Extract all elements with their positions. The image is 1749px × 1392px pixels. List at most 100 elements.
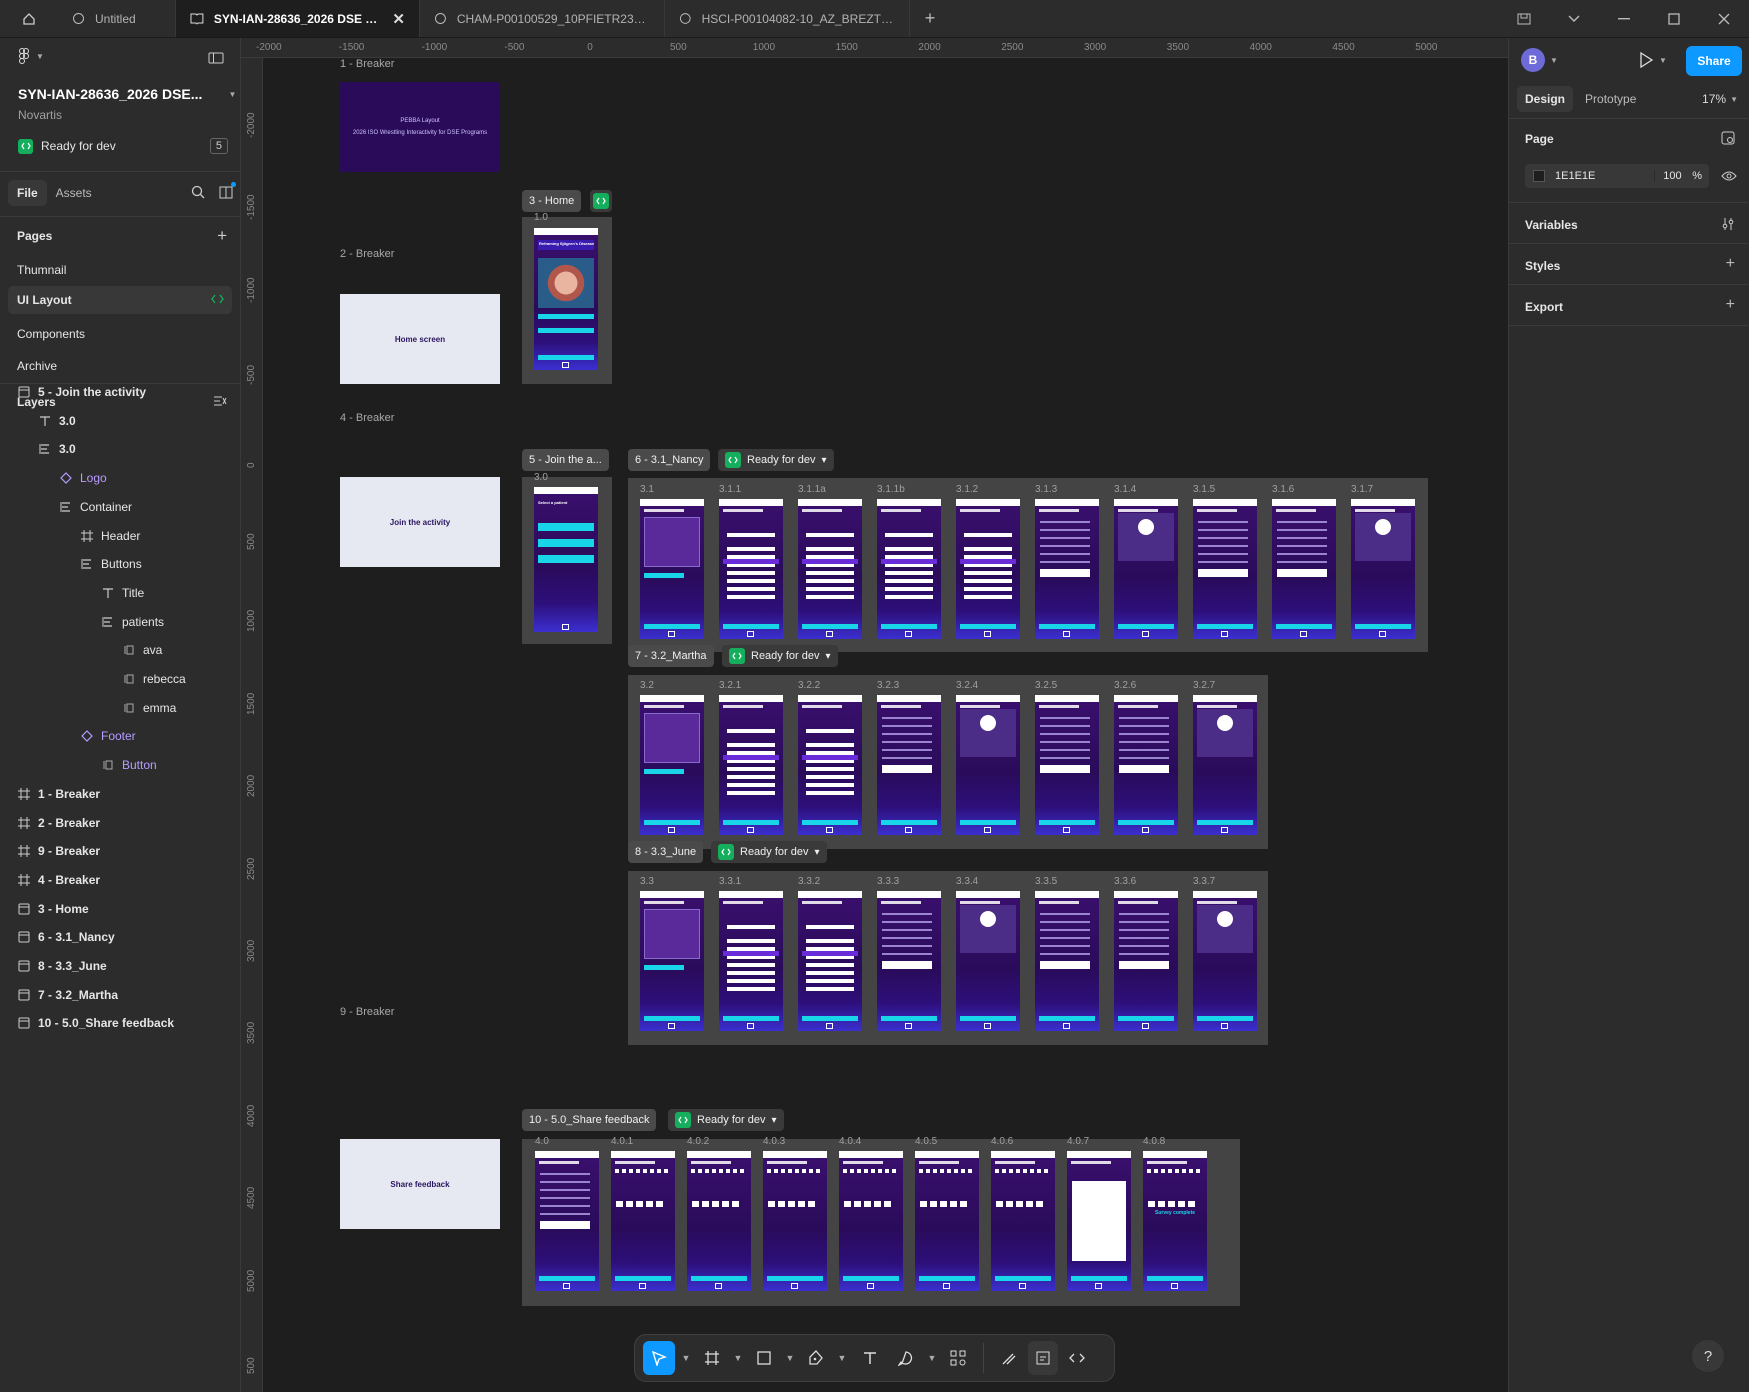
ready-for-dev-row[interactable]: Ready for dev 5 xyxy=(18,138,228,154)
home-button[interactable] xyxy=(0,0,58,37)
screen-thumbnail[interactable] xyxy=(611,1151,675,1291)
frame-label[interactable]: 1 - Breaker xyxy=(340,58,394,70)
layer-row[interactable]: 8 - 3.3_June xyxy=(18,951,107,981)
screen-thumbnail[interactable] xyxy=(991,1151,1055,1291)
breaker-4[interactable]: Join the activity xyxy=(340,477,500,567)
layer-row[interactable]: 4 - Breaker xyxy=(18,865,100,895)
ready-for-dev-chip[interactable]: Ready for dev ▾ xyxy=(668,1109,784,1131)
layer-row[interactable]: Logo xyxy=(60,463,107,493)
tab-file[interactable]: File xyxy=(8,180,47,206)
tab-untitled[interactable]: Untitled xyxy=(58,0,176,37)
screen-thumbnail[interactable] xyxy=(1193,499,1257,639)
breaker-1[interactable]: PEBBA Layout 2026 ISO Wrestling Interacti… xyxy=(340,82,500,172)
screen-thumbnail[interactable] xyxy=(640,499,704,639)
screen-thumbnail[interactable] xyxy=(1114,695,1178,835)
tab-cham[interactable]: CHAM-P00100529_10PFIETR23_ETR xyxy=(420,0,665,37)
screen-thumbnail[interactable] xyxy=(1272,499,1336,639)
screen-thumbnail[interactable] xyxy=(640,891,704,1031)
tab-assets[interactable]: Assets xyxy=(47,180,101,206)
help-button[interactable]: ? xyxy=(1692,1340,1724,1372)
screen-thumbnail[interactable] xyxy=(719,891,783,1031)
add-page-icon[interactable]: + xyxy=(217,226,227,246)
layer-row[interactable]: 10 - 5.0_Share feedback xyxy=(18,1008,174,1038)
layer-row[interactable]: 3.0 xyxy=(39,434,76,464)
layer-row[interactable]: 9 - Breaker xyxy=(18,836,100,866)
layer-row[interactable]: emma xyxy=(123,693,176,723)
screen-thumbnail[interactable] xyxy=(877,499,941,639)
screen-thumbnail[interactable] xyxy=(1067,1151,1131,1291)
dev-mode-icon[interactable] xyxy=(1062,1341,1092,1375)
home-screen-thumbnail[interactable]: Reframing Sjögren's Disease xyxy=(534,228,598,370)
layer-row[interactable]: Header xyxy=(81,521,140,551)
move-tool-icon[interactable] xyxy=(643,1341,675,1375)
ready-for-dev-chip[interactable]: Ready for dev ▾ xyxy=(718,449,834,471)
actions-tool-icon[interactable] xyxy=(943,1341,973,1375)
chevron-down-icon[interactable]: ▼ xyxy=(679,1353,693,1363)
chip-home[interactable]: 3 - Home xyxy=(522,190,582,212)
page-item-ui-layout[interactable]: UI Layout xyxy=(8,286,232,314)
screen-thumbnail[interactable] xyxy=(956,891,1020,1031)
local-styles-icon[interactable] xyxy=(1721,131,1735,148)
rectangle-tool-icon[interactable] xyxy=(749,1341,779,1375)
screen-thumbnail[interactable] xyxy=(956,695,1020,835)
screen-thumbnail[interactable] xyxy=(687,1151,751,1291)
ready-for-dev-chip[interactable]: Ready for dev ▾ xyxy=(711,841,827,863)
avatar-menu[interactable]: B ▼ xyxy=(1521,48,1558,72)
screen-thumbnail[interactable] xyxy=(719,499,783,639)
design-mode-icon[interactable] xyxy=(1028,1341,1058,1375)
screen-thumbnail[interactable] xyxy=(535,1151,599,1291)
page-item-thumnail[interactable]: Thumnail xyxy=(0,255,240,285)
layer-row[interactable]: Button xyxy=(102,750,157,780)
screen-thumbnail[interactable] xyxy=(1193,891,1257,1031)
dev-status-chip[interactable] xyxy=(590,190,612,212)
frame-label[interactable]: 2 - Breaker xyxy=(340,248,394,260)
breaker-9[interactable]: Share feedback xyxy=(340,1139,500,1229)
chevron-down-icon[interactable]: ▼ xyxy=(925,1353,939,1363)
layer-row[interactable]: Container xyxy=(60,492,132,522)
text-tool-icon[interactable] xyxy=(853,1341,887,1375)
layer-row[interactable]: Footer xyxy=(81,721,136,751)
file-title[interactable]: SYN-IAN-28636_2026 DSE... ▼ xyxy=(18,86,236,102)
draw-mode-icon[interactable] xyxy=(994,1341,1024,1375)
variables-adjust-icon[interactable] xyxy=(1721,217,1735,234)
screen-thumbnail[interactable] xyxy=(763,1151,827,1291)
frame-label[interactable]: 9 - Breaker xyxy=(340,1006,394,1018)
main-menu-button[interactable]: ▼ xyxy=(18,48,44,64)
layer-row[interactable]: ava xyxy=(123,635,162,665)
frame-tool-icon[interactable] xyxy=(697,1341,727,1375)
layer-row[interactable]: patients xyxy=(102,607,164,637)
chevron-down-icon[interactable]: ▼ xyxy=(835,1353,849,1363)
canvas[interactable]: -2000 -1500 -1000 -500 0 500 1000 1500 2000 2500 3… xyxy=(241,38,1508,1392)
screen-thumbnail[interactable] xyxy=(1035,695,1099,835)
screen-thumbnail[interactable] xyxy=(1114,499,1178,639)
add-style-icon[interactable]: + xyxy=(1726,255,1735,273)
join-screen-thumbnail[interactable]: Select a patient xyxy=(534,487,598,632)
tab-syn-ian[interactable]: SYN-IAN-28636_2026 DSE Core ✕ xyxy=(176,0,420,37)
chip-june[interactable]: 8 - 3.3_June xyxy=(628,841,704,863)
layer-row[interactable]: rebecca xyxy=(123,664,186,694)
tab-hsci[interactable]: HSCI-P00104082-10_AZ_BREZTRI_D xyxy=(665,0,910,37)
layer-row[interactable]: 1 - Breaker xyxy=(18,779,100,809)
layer-row[interactable]: 7 - 3.2_Martha xyxy=(18,980,118,1010)
zoom-level[interactable]: 17% xyxy=(1702,92,1726,106)
screen-thumbnail[interactable] xyxy=(877,695,941,835)
eye-icon[interactable] xyxy=(1721,170,1737,184)
screen-thumbnail[interactable] xyxy=(798,891,862,1031)
pen-tool-icon[interactable] xyxy=(801,1341,831,1375)
comment-tool-icon[interactable] xyxy=(891,1341,921,1375)
layer-row[interactable]: 5 - Join the activity xyxy=(18,377,146,407)
chevron-down-icon[interactable]: ▼ xyxy=(783,1353,797,1363)
close-icon[interactable]: ✕ xyxy=(392,10,405,28)
screen-thumbnail[interactable] xyxy=(1035,891,1099,1031)
screen-thumbnail[interactable] xyxy=(1193,695,1257,835)
tab-design[interactable]: Design xyxy=(1517,86,1574,112)
minimize-icon[interactable] xyxy=(1599,0,1649,38)
chip-feedback[interactable]: 10 - 5.0_Share feedback xyxy=(522,1109,657,1131)
screen-thumbnail[interactable] xyxy=(719,695,783,835)
screen-thumbnail[interactable] xyxy=(1351,499,1415,639)
ready-for-dev-chip[interactable]: Ready for dev ▾ xyxy=(722,645,838,667)
breaker-2[interactable]: Home screen xyxy=(340,294,500,384)
present-button[interactable]: ▼ xyxy=(1639,52,1667,68)
page-item-components[interactable]: Components xyxy=(0,319,240,349)
tab-prototype[interactable]: Prototype xyxy=(1577,86,1644,112)
